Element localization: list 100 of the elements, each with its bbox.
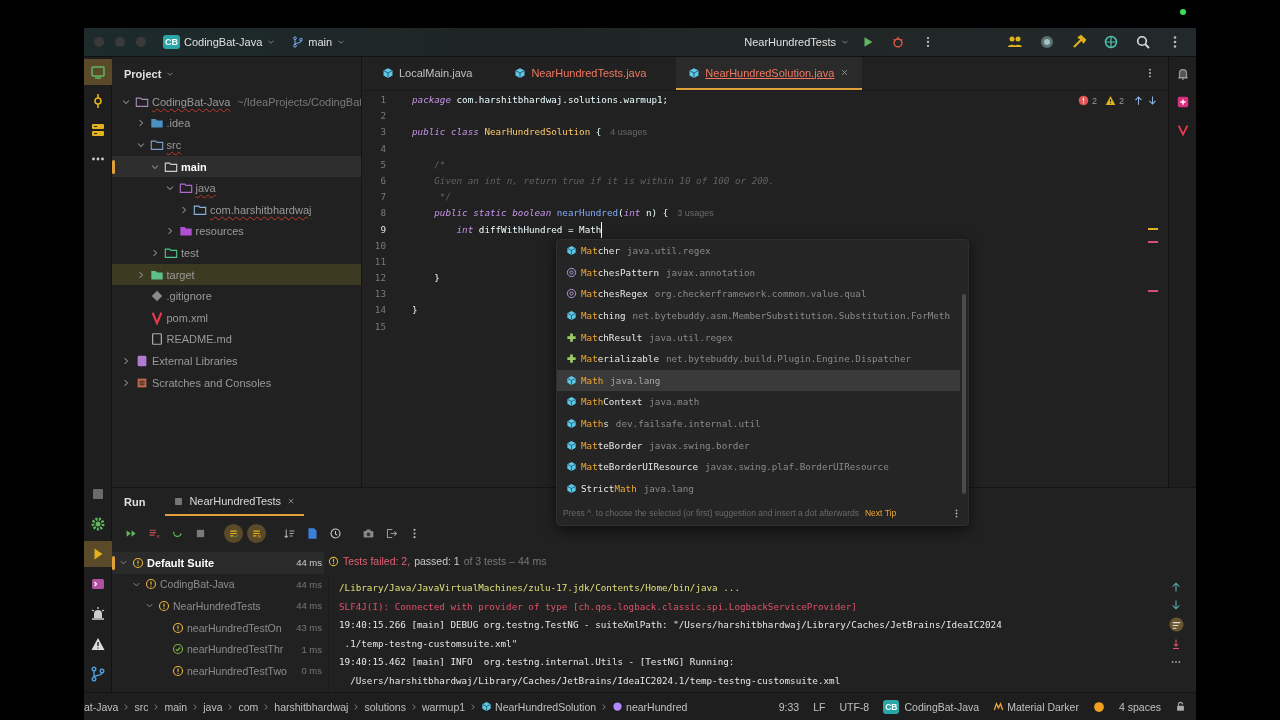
lock-icon[interactable] <box>1175 701 1186 712</box>
result-tree-row[interactable]: nearHundredTestTwo 0 ms <box>112 659 324 682</box>
completion-item[interactable]: MatchesRegex org.checkerframework.common.value.qual <box>557 283 960 305</box>
tree-item[interactable]: target <box>112 263 361 286</box>
item-label: External Libraries <box>152 354 238 367</box>
tree-item[interactable]: pom.xml <box>112 306 361 329</box>
v-logo-icon[interactable] <box>1175 123 1190 137</box>
status-circle-icon[interactable] <box>1092 700 1105 713</box>
breadcrumb[interactable]: harshitbhardwaj <box>274 700 349 713</box>
line-separator[interactable]: LF <box>813 700 826 713</box>
arrow-down-icon[interactable] <box>1147 95 1158 106</box>
scroll-end-icon[interactable] <box>1170 638 1182 650</box>
item-label: .gitignore <box>166 290 212 303</box>
tree-item[interactable]: main <box>112 155 361 178</box>
source-folder-icon <box>178 181 193 196</box>
tree-item[interactable]: test <box>112 242 361 264</box>
project-name[interactable]: CodingBat-Java <box>904 700 980 713</box>
line-number: 3 <box>379 125 386 140</box>
editor-tab[interactable]: LocalMain.java <box>370 57 485 90</box>
tree-item[interactable]: Scratches and Consoles <box>112 371 361 394</box>
project-switcher[interactable]: CB CodingBat-Java <box>157 35 277 49</box>
tree-item[interactable]: .idea <box>112 112 361 135</box>
arrow-down-icon[interactable] <box>1170 599 1182 611</box>
line-number: 15 <box>373 319 386 334</box>
item-label: com.harshitbhardwaj <box>210 203 312 216</box>
wrap-icon[interactable] <box>1168 617 1184 632</box>
test-icon <box>173 495 185 507</box>
completion-item[interactable]: StrictMath java.lang <box>557 477 960 500</box>
next-tip-link[interactable]: Next Tip <box>864 508 897 519</box>
show-ignored-button[interactable] <box>247 523 266 543</box>
completion-item[interactable]: Maths dev.failsafe.internal.util <box>557 412 960 435</box>
v-logo-icon <box>149 310 164 325</box>
tree-item[interactable]: com.harshitbhardwaj <box>112 198 361 221</box>
code-line: package com.harshitbhardwaj.solutions.warmup1; <box>412 93 669 107</box>
result-tree-row[interactable]: Default Suite 44 ms <box>112 552 324 574</box>
breadcrumb[interactable]: warmup1 <box>421 700 466 713</box>
completion-item[interactable]: MatchesPattern javax.annotation <box>557 261 960 284</box>
circle-icon[interactable] <box>1039 34 1055 50</box>
tree-item[interactable]: External Libraries <box>112 350 361 372</box>
result-tree-row[interactable]: nearHundredTestOn 43 ms <box>112 616 324 639</box>
completion-item[interactable]: MatchResult java.util.regex <box>557 326 960 348</box>
completion-item[interactable]: MatteBorder javax.swing.border <box>557 434 960 456</box>
breadcrumb[interactable]: at-Java <box>84 700 119 713</box>
method-icon <box>612 701 624 712</box>
result-tree-row[interactable]: nearHundredTestThr 1 ms <box>112 638 324 660</box>
tree-item[interactable]: resources <box>112 220 361 243</box>
completion-item[interactable]: Math java.lang <box>557 369 960 392</box>
debug-icon[interactable] <box>891 35 905 49</box>
completion-item[interactable]: MatteBorderUIResource javax.swing.plaf.BorderUIResource <box>557 455 960 478</box>
window-control <box>94 37 104 47</box>
status-dot <box>1180 9 1186 15</box>
error-icon <box>1077 95 1089 106</box>
warning-count: 2 <box>1119 95 1124 106</box>
result-tree-row[interactable]: CodingBat-Java 44 ms <box>112 573 324 596</box>
code-line: } <box>412 303 418 318</box>
arrow-up-icon[interactable] <box>1170 581 1182 593</box>
bell-icon[interactable] <box>1175 67 1190 81</box>
branch-icon <box>292 36 305 48</box>
search-icon[interactable] <box>1135 34 1151 50</box>
exclamation-circle-icon <box>328 555 339 567</box>
tree-item[interactable]: src <box>112 134 361 156</box>
tree-item[interactable]: java <box>112 177 361 199</box>
breadcrumb[interactable]: NearHundredSolution <box>495 700 597 713</box>
line-number: 4 <box>379 141 386 156</box>
theme-name[interactable]: Material Darker <box>1007 700 1079 713</box>
breadcrumb[interactable]: solutions <box>364 700 406 713</box>
plus-icon[interactable] <box>1175 95 1190 109</box>
breadcrumb[interactable]: java <box>203 700 223 713</box>
test-duration: 44 ms <box>296 578 322 590</box>
indent-setting[interactable]: 4 spaces <box>1118 700 1161 713</box>
tree-item[interactable]: README.md <box>112 328 361 351</box>
completion-item[interactable]: Materializable net.bytebuddy.build.Plugin.Engine.Dispatcher <box>557 347 960 370</box>
failed-count: Tests failed: 2, <box>343 555 411 567</box>
java-class-icon <box>566 245 577 257</box>
people-icon[interactable] <box>1007 34 1023 50</box>
completion-item[interactable]: Matcher java.util.regex <box>557 240 960 262</box>
line-number: 8 <box>379 206 386 221</box>
editor-tab[interactable]: NearHundredSolution.java <box>676 57 863 90</box>
breadcrumb[interactable]: nearHundred <box>626 700 688 713</box>
caret-position[interactable]: 9:33 <box>778 700 800 713</box>
run-configuration[interactable]: NearHundredTests <box>744 36 850 48</box>
error-count: 2 <box>1091 95 1097 106</box>
breadcrumb[interactable]: main <box>164 700 188 713</box>
arrow-up-icon[interactable] <box>1133 95 1144 106</box>
java-class-icon <box>481 701 493 712</box>
breadcrumb[interactable]: src <box>134 700 149 713</box>
result-tree-row[interactable]: NearHundredTests 44 ms <box>112 595 324 617</box>
tree-item[interactable]: .gitignore <box>112 285 361 307</box>
file-encoding[interactable]: UTF-8 <box>839 700 870 713</box>
branch-switcher[interactable]: main <box>292 36 347 48</box>
breadcrumb[interactable]: com <box>238 700 259 713</box>
test-name: CodingBat-Java <box>160 578 235 591</box>
run-tab[interactable]: NearHundredTests <box>165 488 305 516</box>
hammer-icon[interactable] <box>1071 34 1087 50</box>
show-passed-button[interactable] <box>224 523 243 543</box>
completion-item[interactable]: Matching net.bytebuddy.asm.MemberSubstitution.Substitution.ForMeth <box>557 304 960 327</box>
completion-item[interactable]: MathContext java.math <box>557 391 960 413</box>
java-class-icon <box>566 374 577 386</box>
export-icon <box>385 526 398 540</box>
editor-tab[interactable]: NearHundredTests.java <box>502 57 659 90</box>
